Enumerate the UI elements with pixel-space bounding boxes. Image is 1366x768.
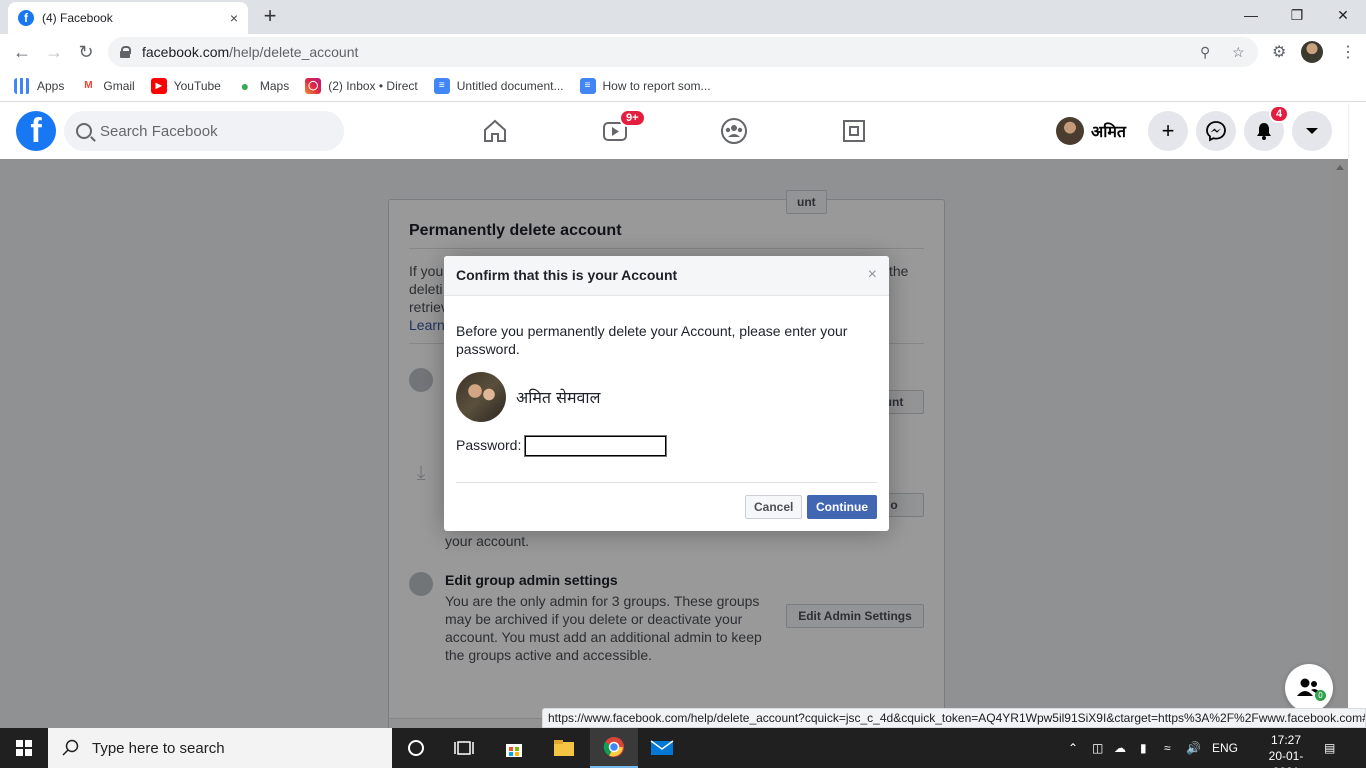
link-status-bar: https://www.facebook.com/help/delete_acc… — [542, 708, 1366, 728]
groups-icon[interactable] — [716, 113, 752, 149]
chrome-taskbar-icon[interactable] — [590, 728, 638, 768]
taskbar-search-placeholder: Type here to search — [92, 739, 225, 757]
tab-title: (4) Facebook — [42, 11, 113, 25]
bell-icon — [1257, 123, 1271, 140]
browser-tabstrip: f (4) Facebook × + — ❐ ✕ — [0, 0, 1366, 34]
online-count-badge: 0 — [1315, 690, 1326, 701]
lock-icon — [120, 46, 131, 58]
create-plus-button[interactable]: + — [1148, 111, 1188, 151]
url-host: facebook.com — [142, 44, 230, 60]
mail-icon[interactable] — [638, 728, 686, 768]
action-center-icon[interactable]: ▤ — [1324, 728, 1335, 768]
gaming-icon[interactable] — [836, 113, 872, 149]
meet-now-icon[interactable]: ◫ — [1092, 728, 1103, 768]
bookmark-gmail[interactable]: M Gmail — [80, 78, 135, 94]
bookmark-untitled-document[interactable]: ≡ Untitled document... — [433, 77, 564, 94]
avatar — [1056, 117, 1084, 145]
user-first-name: अमित — [1091, 122, 1127, 141]
browser-tab-facebook[interactable]: f (4) Facebook × — [8, 2, 248, 34]
bookmark-how-to-report[interactable]: ≡ How to report som... — [579, 77, 711, 94]
extensions-icon[interactable]: ⚙ — [1272, 42, 1286, 62]
confirm-account-dialog: Confirm that this is your Account × Befo… — [444, 256, 889, 531]
apps-grid-icon — [14, 77, 30, 94]
password-label: Password: — [456, 437, 522, 453]
browser-toolbar: ← → ↻ facebook.com/help/delete_account ⚲… — [0, 34, 1366, 70]
facebook-navbar: f 9+ अमित + 4 — [0, 103, 1348, 159]
windows-start-icon[interactable] — [0, 728, 48, 768]
avatar — [456, 372, 506, 422]
bookmark-maps[interactable]: ● Maps — [237, 77, 290, 94]
home-icon[interactable] — [477, 113, 513, 149]
bookmark-star-icon[interactable]: ☆ — [1232, 44, 1245, 61]
facebook-favicon-icon: f — [18, 10, 34, 26]
messenger-icon — [1206, 121, 1226, 142]
minimize-icon[interactable]: — — [1228, 0, 1274, 30]
maps-pin-icon: ● — [240, 77, 250, 94]
docs-icon: ≡ — [433, 77, 450, 94]
messenger-button[interactable] — [1196, 111, 1236, 151]
taskbar-clock[interactable]: 17:27 20-01-2021 — [1258, 732, 1314, 768]
show-hidden-icons[interactable]: ⌃ — [1068, 728, 1078, 768]
dialog-title: Confirm that this is your Account — [456, 267, 678, 283]
forward-icon[interactable]: → — [42, 40, 66, 64]
account-name: अमित सेमवाल — [516, 388, 601, 407]
dialog-close-icon[interactable]: × — [868, 266, 877, 284]
browser-menu-icon[interactable]: ⋮ — [1340, 42, 1356, 62]
notifications-badge: 4 — [1269, 105, 1290, 123]
gmail-icon: M — [84, 80, 93, 91]
facebook-search[interactable] — [64, 111, 344, 151]
address-bar[interactable]: facebook.com/help/delete_account ⚲ ☆ — [108, 37, 1258, 67]
bookmark-apps[interactable]: Apps — [14, 77, 64, 94]
store-icon[interactable] — [490, 728, 538, 768]
language-indicator[interactable]: ENG — [1212, 728, 1238, 768]
battery-icon[interactable]: ▮ — [1140, 728, 1147, 768]
url-path: /help/delete_account — [229, 44, 359, 60]
docs-icon: ≡ — [579, 77, 596, 94]
key-icon[interactable]: ⚲ — [1200, 44, 1210, 61]
instagram-icon: ◯ — [305, 77, 322, 94]
account-menu-button[interactable] — [1292, 111, 1332, 151]
onedrive-icon[interactable]: ☁ — [1114, 728, 1126, 768]
dialog-header: Confirm that this is your Account × — [444, 256, 889, 296]
continue-button[interactable]: Continue — [807, 495, 877, 519]
back-icon[interactable]: ← — [10, 40, 34, 64]
divider — [456, 482, 877, 483]
dialog-message: Before you permanently delete your Accou… — [456, 323, 848, 357]
facebook-search-input[interactable] — [100, 122, 320, 140]
volume-icon[interactable]: 🔊 — [1186, 728, 1201, 768]
restore-icon[interactable]: ❐ — [1274, 0, 1320, 30]
bookmark-instagram[interactable]: ◯ (2) Inbox • Direct — [305, 77, 418, 94]
cancel-button[interactable]: Cancel — [745, 495, 803, 519]
browser-profile-avatar[interactable] — [1301, 41, 1323, 63]
new-tab-button[interactable]: + — [258, 3, 282, 28]
bookmarks-bar: Apps M Gmail ▶ YouTube ● Maps ◯ (2) Inbo… — [0, 70, 1366, 102]
windows-taskbar: Type here to search ⌃ ◫ ☁ ▮ ≈ 🔊 ENG 17:2… — [0, 728, 1366, 768]
cortana-icon[interactable] — [392, 728, 440, 768]
file-explorer-icon[interactable] — [540, 728, 588, 768]
contacts-button[interactable]: 0 — [1285, 664, 1333, 712]
profile-shortcut[interactable]: अमित — [1056, 117, 1126, 145]
password-field[interactable] — [524, 435, 667, 457]
caret-down-icon — [1306, 128, 1318, 134]
taskbar-search[interactable]: Type here to search — [48, 728, 392, 768]
youtube-icon: ▶ — [150, 77, 167, 94]
facebook-logo-icon[interactable]: f — [16, 111, 56, 151]
wifi-icon[interactable]: ≈ — [1164, 728, 1171, 768]
search-icon — [76, 123, 92, 139]
watch-badge: 9+ — [619, 109, 646, 127]
tab-close-icon[interactable]: × — [230, 10, 238, 26]
task-view-icon[interactable] — [440, 728, 488, 768]
reload-icon[interactable]: ↻ — [74, 40, 98, 64]
search-icon — [62, 739, 79, 756]
window-close-icon[interactable]: ✕ — [1320, 0, 1366, 30]
bookmark-youtube[interactable]: ▶ YouTube — [150, 77, 221, 94]
